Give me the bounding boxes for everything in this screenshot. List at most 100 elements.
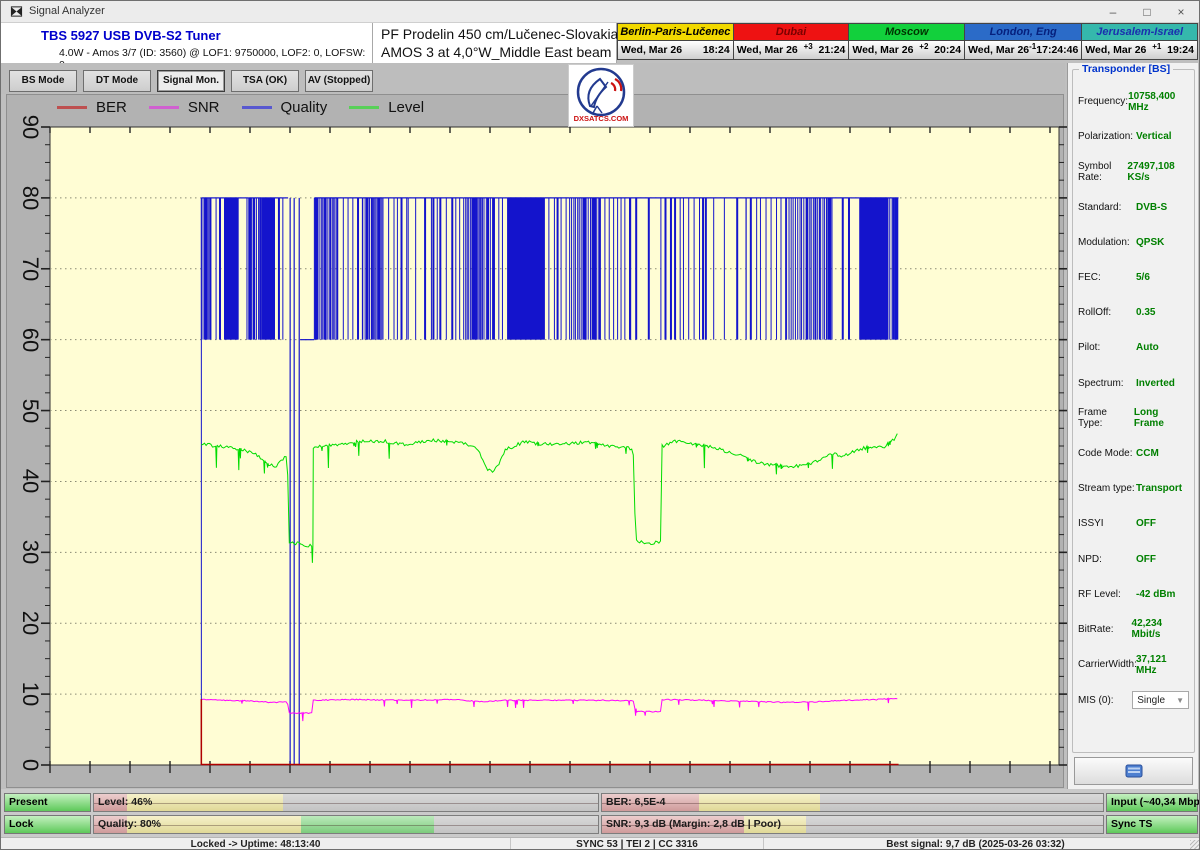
site-line-1: PF Prodelin 450 cm/Lučenec-Slovakia xyxy=(381,26,618,42)
resize-grip[interactable] xyxy=(1190,840,1200,850)
snr-swatch xyxy=(149,106,179,109)
field-value: Transport xyxy=(1136,483,1182,494)
status-locked-uptime: Locked -> Uptime: 48:13:40 xyxy=(1,838,511,850)
signal-analyzer-window: Signal Analyzer – □ × TBS 5927 USB DVB-S… xyxy=(0,0,1200,850)
field-label: NPD: xyxy=(1078,554,1136,565)
tuner-name: TBS 5927 USB DVB-S2 Tuner xyxy=(41,28,221,43)
mis-dropdown[interactable]: Single▼ xyxy=(1132,691,1189,709)
field-label: Frequency: xyxy=(1078,96,1128,107)
transponder-field: RollOff:0.35 xyxy=(1073,295,1194,330)
field-label: Frame Type: xyxy=(1078,407,1134,429)
field-label: Stream type: xyxy=(1078,483,1136,494)
legend-item-ber: BER xyxy=(57,99,127,116)
field-label: CarrierWidth: xyxy=(1078,659,1136,670)
window-title: Signal Analyzer xyxy=(29,5,105,17)
lock-badge: Lock xyxy=(4,815,91,834)
transponder-field: Polarization:Vertical xyxy=(1073,119,1194,154)
clock-time-row: Wed, Mar 26+321:24 xyxy=(734,41,849,59)
field-label: FEC: xyxy=(1078,272,1136,283)
field-value: OFF xyxy=(1136,554,1156,565)
quality-swatch xyxy=(242,106,272,109)
field-label: RF Level: xyxy=(1078,589,1136,600)
tuner-info-panel: TBS 5927 USB DVB-S2 Tuner 4.0W - Amos 3/… xyxy=(1,23,373,68)
close-button[interactable]: × xyxy=(1167,3,1195,21)
transponder-field: Modulation:QPSK xyxy=(1073,225,1194,260)
snr-progressbar: SNR: 9,3 dB (Margin: 2,8 dB | Poor) xyxy=(601,815,1104,834)
clock-utc-offset: -1 xyxy=(1029,42,1036,51)
mis-value: Single xyxy=(1137,695,1165,706)
field-label: Symbol Rate: xyxy=(1078,161,1127,183)
transponder-field: CarrierWidth:37,121 MHz xyxy=(1073,647,1194,682)
maximize-button[interactable]: □ xyxy=(1133,3,1161,21)
clock-2: MoscowWed, Mar 26+220:24 xyxy=(849,23,965,60)
world-clocks: Berlin-Paris-LučenecWed, Mar 2618:24Duba… xyxy=(617,23,1198,60)
tab-av-stopped-[interactable]: AV (Stopped) xyxy=(305,70,373,92)
legend-label: Quality xyxy=(281,99,328,116)
transponder-field: Frame Type:Long Frame xyxy=(1073,401,1194,436)
clock-time-row: Wed, Mar 26-117:24:46 xyxy=(965,41,1081,59)
field-value: QPSK xyxy=(1136,237,1164,248)
transponder-title: Transponder [BS] xyxy=(1079,63,1173,75)
field-value: Vertical xyxy=(1136,131,1172,142)
logo-text: DXSATCS.COM xyxy=(574,114,629,123)
legend-item-snr: SNR xyxy=(149,99,220,116)
clock-city-label: London, Eng xyxy=(965,24,1081,41)
site-line-2: AMOS 3 at 4,0°W_Middle East beam xyxy=(381,44,611,60)
clock-utc-offset: +2 xyxy=(913,42,934,51)
transponder-groupbox: Transponder [BS] Frequency:10758,400 MHz… xyxy=(1072,69,1195,753)
tab-signal-mon-[interactable]: Signal Mon. xyxy=(157,70,225,92)
field-value: 37,121 MHz xyxy=(1136,654,1189,676)
tab-dt-mode[interactable]: DT Mode xyxy=(83,70,151,92)
transponder-sidebar: Transponder [BS] Frequency:10758,400 MHz… xyxy=(1067,63,1198,791)
clock-city-label: Jerusalem-Israel xyxy=(1082,24,1197,41)
status-area: Present Lock Level: 46% Quality: 80% BER… xyxy=(1,789,1200,837)
field-value: CCM xyxy=(1136,448,1159,459)
clock-time: 21:24 xyxy=(819,44,846,56)
bar-zone xyxy=(301,816,435,833)
clock-time-row: Wed, Mar 26+220:24 xyxy=(849,41,964,59)
clock-utc-offset: +3 xyxy=(798,42,819,51)
field-label: Polarization: xyxy=(1078,131,1136,142)
bar-zone xyxy=(699,794,821,811)
clock-date: Wed, Mar 26 xyxy=(621,44,682,56)
transponder-field: RF Level:-42 dBm xyxy=(1073,577,1194,612)
field-value: Long Frame xyxy=(1134,407,1189,429)
transponder-field: Stream type:Transport xyxy=(1073,471,1194,506)
level-swatch xyxy=(349,106,379,109)
signal-plot xyxy=(36,115,1073,787)
present-badge: Present xyxy=(4,793,91,812)
clock-3: London, EngWed, Mar 26-117:24:46 xyxy=(965,23,1082,60)
tab-bs-mode[interactable]: BS Mode xyxy=(9,70,77,92)
field-label: Modulation: xyxy=(1078,237,1136,248)
status-sync-counters: SYNC 53 | TEI 2 | CC 3316 xyxy=(511,838,764,850)
legend-label: SNR xyxy=(188,99,220,116)
transponder-field: Pilot:Auto xyxy=(1073,330,1194,365)
clock-time: 19:24 xyxy=(1167,44,1194,56)
field-label: RollOff: xyxy=(1078,307,1136,318)
field-label: ISSYI xyxy=(1078,518,1136,529)
input-badge: Input (~40,34 Mbps) xyxy=(1106,793,1198,812)
app-icon xyxy=(10,5,23,23)
tab-tsa-ok-[interactable]: TSA (OK) xyxy=(231,70,299,92)
field-value: OFF xyxy=(1136,518,1156,529)
transponder-field: Standard:DVB-S xyxy=(1073,190,1194,225)
legend-label: Level xyxy=(388,99,424,116)
field-value: -42 dBm xyxy=(1136,589,1175,600)
ber-swatch xyxy=(57,106,87,109)
clock-date: Wed, Mar 26 xyxy=(968,44,1029,56)
field-label: Standard: xyxy=(1078,202,1136,213)
clock-city-label: Berlin-Paris-Lučenec xyxy=(618,24,733,41)
ber-progressbar: BER: 6,5E-4 xyxy=(601,793,1104,812)
device-button[interactable] xyxy=(1074,757,1193,785)
transponder-field: Spectrum:Inverted xyxy=(1073,366,1194,401)
mis-field: MIS (0):Single▼ xyxy=(1073,682,1194,718)
clock-date: Wed, Mar 26 xyxy=(737,44,798,56)
field-value: 42,234 Mbit/s xyxy=(1132,618,1189,640)
quality-progressbar: Quality: 80% xyxy=(93,815,599,834)
clock-date: Wed, Mar 26 xyxy=(852,44,913,56)
mode-tabs: BS Mode DT Mode Signal Mon. TSA (OK) AV (Sto… xyxy=(9,70,373,92)
transponder-field: Code Mode:CCM xyxy=(1073,436,1194,471)
clock-time-row: Wed, Mar 26+119:24 xyxy=(1082,41,1197,59)
chart-legend: BER SNR Quality Level xyxy=(57,99,446,116)
minimize-button[interactable]: – xyxy=(1099,3,1127,21)
